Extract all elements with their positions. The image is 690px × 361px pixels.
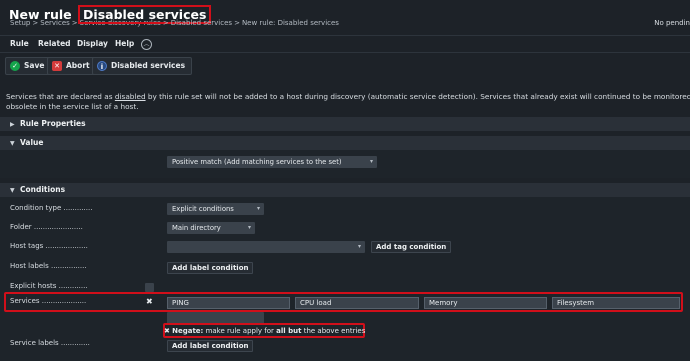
breadcrumb-separator: > <box>71 19 78 27</box>
host-labels-label: Host labels ................ <box>10 262 87 270</box>
service-entry-cpu-load[interactable]: CPU load <box>295 297 419 309</box>
breadcrumb-current: New rule: Disabled services <box>241 19 339 27</box>
triangle-down-icon: ▼ <box>10 187 15 194</box>
folder-value: Main directory <box>172 224 221 232</box>
check-icon: ✓ <box>10 61 20 71</box>
checkbox-checked-icon: ✖ <box>164 327 170 335</box>
breadcrumb-service-discovery-rules[interactable]: Service discovery rules <box>80 19 161 27</box>
value-select-text: Positive match (Add matching services to… <box>172 158 342 166</box>
chevron-down-icon: ▾ <box>357 243 361 250</box>
description-text: Services that are declared as <box>6 92 115 101</box>
ruleset-description: Services that are declared as disabled b… <box>6 92 690 112</box>
explicit-hosts-label: Explicit hosts ............. <box>10 282 88 290</box>
section-conditions[interactable]: ▼ Conditions <box>0 183 690 197</box>
section-value[interactable]: ▼ Value <box>0 136 690 150</box>
menu-bar: Rule Related Display Help ︿ <box>0 35 690 52</box>
section-rule-properties[interactable]: ▶ Rule Properties <box>0 117 690 131</box>
info-icon: i <box>97 61 107 71</box>
negate-label-bold: Negate: <box>172 327 204 335</box>
negate-checkbox[interactable]: ✖ Negate: make rule apply for all but th… <box>164 325 365 337</box>
breadcrumb-disabled-services[interactable]: Disabled services <box>171 19 232 27</box>
condition-type-label: Condition type ............. <box>10 204 93 212</box>
folder-label: Folder ...................... <box>10 223 83 231</box>
menu-display[interactable]: Display <box>77 39 108 48</box>
close-icon: ✕ <box>52 61 62 71</box>
description-text: by this rule set will not be added to a … <box>145 92 690 101</box>
chevron-down-icon: ▾ <box>256 205 260 212</box>
save-button[interactable]: ✓ Save <box>5 57 52 75</box>
services-label: Services .................... <box>10 297 87 305</box>
description-line-1: Services that are declared as disabled b… <box>6 92 690 102</box>
description-underlined: disabled <box>114 92 146 101</box>
abort-button-label: Abort <box>66 61 90 70</box>
add-service-label-condition-button[interactable]: Add label condition <box>167 340 254 352</box>
negate-label-text: make rule apply for <box>203 327 277 335</box>
toolbar: ✓ Save ✕ Abort i Disabled services <box>0 52 690 78</box>
disabled-services-button-label: Disabled services <box>111 61 186 70</box>
service-entry-ping[interactable]: PING <box>167 297 290 309</box>
section-title: Rule Properties <box>20 119 86 128</box>
page-header: New rule Disabled services Setup > Service… <box>0 0 690 34</box>
add-tag-condition-button[interactable]: Add tag condition <box>371 241 452 253</box>
breadcrumb-separator: > <box>162 19 169 27</box>
breadcrumb-separator: > <box>234 19 240 27</box>
breadcrumb-setup[interactable]: Setup <box>10 19 30 27</box>
breadcrumb: Setup > Services > Service discovery rules > D… <box>10 19 339 27</box>
menu-related[interactable]: Related <box>38 39 71 48</box>
chevron-down-icon: ▾ <box>247 224 251 231</box>
menu-help[interactable]: Help <box>115 39 134 48</box>
host-tags-label: Host tags ................... <box>10 242 88 250</box>
disabled-services-button[interactable]: i Disabled services <box>92 57 193 75</box>
service-labels-label: Service labels ............. <box>10 339 90 347</box>
value-select[interactable]: Positive match (Add matching services to… <box>167 156 377 168</box>
host-tags-select[interactable]: ▾ <box>167 241 365 253</box>
condition-type-select[interactable]: Explicit conditions ▾ <box>167 203 264 215</box>
value-body: Positive match (Add matching services to… <box>0 150 690 178</box>
add-host-label-condition-button[interactable]: Add label condition <box>167 262 254 274</box>
condition-type-value: Explicit conditions <box>172 205 234 213</box>
breadcrumb-services[interactable]: Services <box>40 19 70 27</box>
triangle-down-icon: ▼ <box>10 140 15 147</box>
save-button-label: Save <box>24 61 45 70</box>
negate-label-text: the above entries <box>301 327 366 335</box>
folder-select[interactable]: Main directory ▾ <box>167 222 255 234</box>
section-title: Value <box>20 138 44 147</box>
menu-rule[interactable]: Rule <box>10 39 29 48</box>
breadcrumb-separator: > <box>32 19 39 27</box>
service-entry-filesystem[interactable]: Filesystem <box>552 297 680 309</box>
pending-changes-indicator[interactable]: No pendin <box>654 19 690 27</box>
chevron-up-icon[interactable]: ︿ <box>141 39 152 50</box>
close-icon[interactable]: ✖ <box>146 297 153 306</box>
chevron-down-icon: ▾ <box>369 158 373 165</box>
negate-label-bold: all but <box>276 327 302 335</box>
explicit-hosts-checkbox[interactable] <box>145 283 154 292</box>
abort-button[interactable]: ✕ Abort <box>47 57 97 75</box>
section-title: Conditions <box>20 185 66 194</box>
triangle-right-icon: ▶ <box>10 121 15 128</box>
description-line-2: obsolete in the service list of a host. <box>6 102 139 111</box>
service-entry-memory[interactable]: Memory <box>424 297 547 309</box>
